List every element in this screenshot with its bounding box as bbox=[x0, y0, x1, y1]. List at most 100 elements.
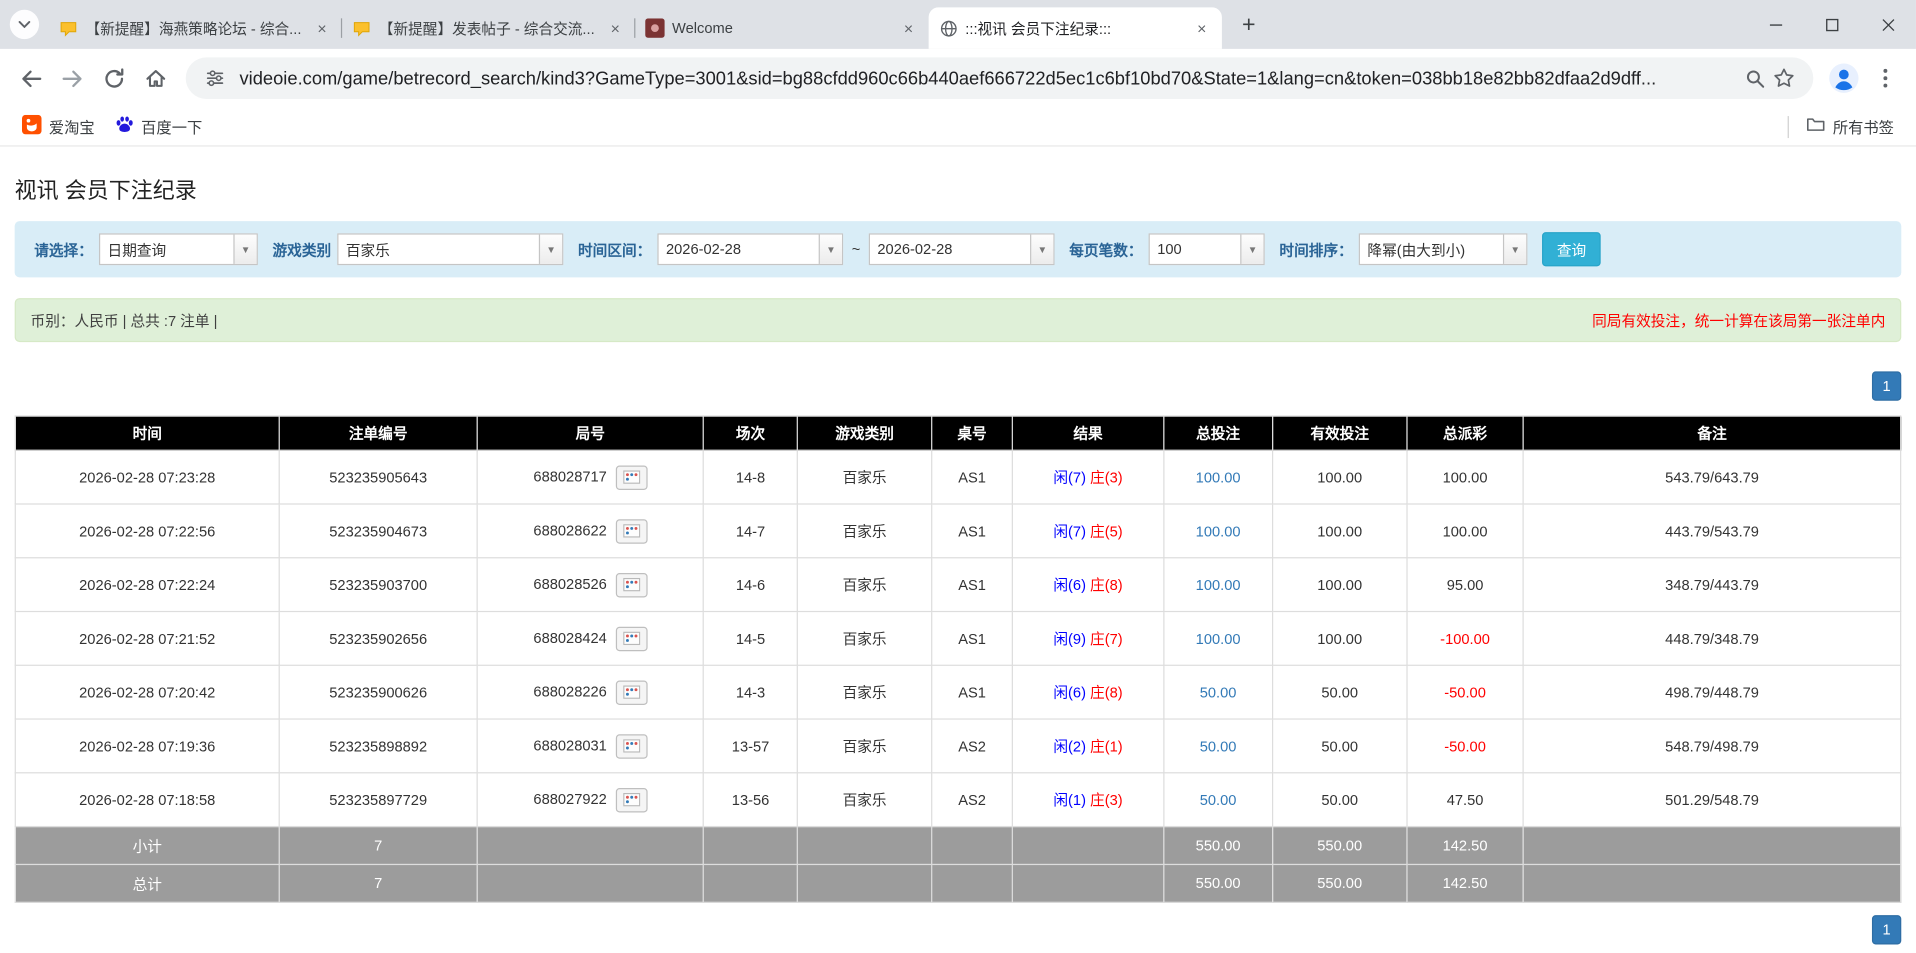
game-type-select[interactable]: 百家乐 ▼ bbox=[337, 233, 563, 265]
game-type-label: 游戏类别 bbox=[273, 239, 332, 260]
total-bet-link[interactable]: 50.00 bbox=[1200, 791, 1237, 808]
bookmark-taobao[interactable]: 爱淘宝 bbox=[12, 111, 104, 142]
page-number-button[interactable]: 1 bbox=[1872, 371, 1901, 400]
tab-close-icon[interactable]: × bbox=[1191, 18, 1212, 39]
date-from-select[interactable]: 2026-02-28 ▼ bbox=[657, 233, 843, 265]
url-bar[interactable]: videoie.com/game/betrecord_search/kind3?… bbox=[186, 57, 1814, 99]
cell-empty bbox=[477, 864, 703, 902]
roadmap-button[interactable] bbox=[615, 734, 647, 758]
result-banker: 庄(1) bbox=[1090, 738, 1123, 755]
search-button[interactable]: 查询 bbox=[1542, 232, 1601, 266]
bookmark-star-icon[interactable] bbox=[1769, 67, 1798, 89]
cell-game: 百家乐 bbox=[798, 719, 932, 773]
cell-payout: 100.00 bbox=[1407, 504, 1524, 558]
summary-currency-count: 币别：人民币 | 总共 :7 注单 | bbox=[31, 310, 218, 331]
back-button[interactable] bbox=[10, 57, 52, 99]
total-bet-link[interactable]: 100.00 bbox=[1196, 522, 1241, 539]
page-size-select[interactable]: 100 ▼ bbox=[1149, 233, 1265, 265]
roadmap-button[interactable] bbox=[615, 626, 647, 650]
filter-bar: 请选择： 日期查询 ▼ 游戏类别 百家乐 ▼ 时间区间： 2026-02-28 … bbox=[15, 221, 1902, 277]
tab-close-icon[interactable]: × bbox=[898, 18, 919, 39]
profile-avatar[interactable] bbox=[1823, 57, 1865, 99]
roadmap-button[interactable] bbox=[615, 465, 647, 489]
bookmark-label: 爱淘宝 bbox=[49, 115, 95, 138]
cell-valid-bet: 50.00 bbox=[1273, 773, 1407, 827]
tab-forum-thread-2[interactable]: 【新提醒】发表帖子 - 综合交流... × bbox=[342, 7, 635, 49]
chevron-down-icon[interactable]: ▼ bbox=[539, 235, 562, 264]
cell-count: 7 bbox=[279, 827, 477, 865]
tab-title: 【新提醒】海燕策略论坛 - 综合... bbox=[86, 18, 305, 39]
bet-row: 2026-02-28 07:20:42523235900626688028226… bbox=[15, 665, 1900, 719]
cell-round: 688027922 bbox=[477, 773, 703, 827]
total-bet-link[interactable]: 50.00 bbox=[1200, 737, 1237, 754]
minimize-button[interactable] bbox=[1747, 0, 1803, 49]
round-number: 688028526 bbox=[533, 575, 606, 592]
chevron-down-icon[interactable]: ▼ bbox=[1240, 235, 1263, 264]
chevron-down-icon[interactable]: ▼ bbox=[819, 235, 842, 264]
new-tab-button[interactable]: + bbox=[1232, 9, 1266, 43]
result-player: 闲(7) bbox=[1053, 469, 1086, 486]
cell-round: 688028226 bbox=[477, 665, 703, 719]
home-button[interactable] bbox=[134, 57, 176, 99]
chevron-down-icon bbox=[18, 21, 30, 28]
col-table: 桌号 bbox=[932, 416, 1013, 450]
tab-close-icon[interactable]: × bbox=[312, 18, 333, 39]
roadmap-button[interactable] bbox=[615, 572, 647, 596]
cell-session: 13-56 bbox=[703, 773, 797, 827]
bet-row: 2026-02-28 07:21:52523235902656688028424… bbox=[15, 612, 1900, 666]
chevron-down-icon[interactable]: ▼ bbox=[1030, 235, 1053, 264]
forward-button[interactable] bbox=[51, 57, 93, 99]
time-range-label: 时间区间： bbox=[578, 239, 651, 260]
cell-time: 2026-02-28 07:21:52 bbox=[15, 612, 279, 666]
cell-total-bet: 50.00 bbox=[1163, 719, 1272, 773]
bookmark-baidu[interactable]: 百度一下 bbox=[104, 111, 212, 142]
page-title: 视讯 会员下注纪录 bbox=[15, 147, 1902, 206]
url-text[interactable]: videoie.com/game/betrecord_search/kind3?… bbox=[239, 68, 1727, 89]
tab-bet-record-active[interactable]: :::视讯 会员下注纪录::: × bbox=[929, 7, 1222, 49]
cell-empty bbox=[798, 864, 932, 902]
total-bet-link[interactable]: 100.00 bbox=[1196, 576, 1241, 593]
roadmap-button[interactable] bbox=[615, 519, 647, 543]
roadmap-button[interactable] bbox=[615, 680, 647, 704]
chevron-down-icon[interactable]: ▼ bbox=[1503, 235, 1526, 264]
tab-welcome[interactable]: Welcome × bbox=[635, 7, 928, 49]
cell-bet-id: 523235897729 bbox=[279, 773, 477, 827]
chevron-down-icon[interactable]: ▼ bbox=[233, 235, 256, 264]
tab-search-button[interactable] bbox=[10, 10, 39, 39]
bet-row: 2026-02-28 07:22:24523235903700688028526… bbox=[15, 558, 1900, 612]
cell-note: 501.29/548.79 bbox=[1523, 773, 1900, 827]
cell-time: 2026-02-28 07:22:24 bbox=[15, 558, 279, 612]
menu-kebab-icon[interactable] bbox=[1865, 57, 1907, 99]
roadmap-button[interactable] bbox=[615, 787, 647, 811]
cell-label: 小计 bbox=[15, 827, 279, 865]
bet-record-table: 时间注单编号局号场次游戏类别桌号结果总投注有效投注总派彩备注 2026-02-2… bbox=[15, 415, 1902, 902]
total-bet-link[interactable]: 100.00 bbox=[1196, 630, 1241, 647]
cell-note: 548.79/498.79 bbox=[1523, 719, 1900, 773]
tab-close-icon[interactable]: × bbox=[605, 18, 626, 39]
pagination-top: 1 bbox=[15, 371, 1902, 400]
result-player: 闲(2) bbox=[1053, 738, 1086, 755]
page-number-button[interactable]: 1 bbox=[1872, 915, 1901, 944]
cell-table-no: AS1 bbox=[932, 612, 1013, 666]
cell-bet-id: 523235902656 bbox=[279, 612, 477, 666]
date-to-select[interactable]: 2026-02-28 ▼ bbox=[869, 233, 1055, 265]
cell-round: 688028526 bbox=[477, 558, 703, 612]
maximize-button[interactable] bbox=[1804, 0, 1860, 49]
sort-select[interactable]: 降幂(由大到小) ▼ bbox=[1359, 233, 1528, 265]
reload-button[interactable] bbox=[93, 57, 135, 99]
cell-note: 443.79/543.79 bbox=[1523, 504, 1900, 558]
all-bookmarks-button[interactable]: 所有书签 bbox=[1796, 111, 1904, 142]
zoom-icon[interactable] bbox=[1740, 68, 1769, 89]
cell-note: 348.79/443.79 bbox=[1523, 558, 1900, 612]
tab-title: Welcome bbox=[672, 20, 891, 37]
total-bet-link[interactable]: 50.00 bbox=[1200, 684, 1237, 701]
result-player: 闲(1) bbox=[1053, 792, 1086, 809]
close-window-button[interactable] bbox=[1860, 0, 1916, 49]
col-session: 场次 bbox=[703, 416, 797, 450]
site-info-icon[interactable] bbox=[200, 68, 229, 88]
game-type-value: 百家乐 bbox=[339, 235, 539, 264]
total-bet-link[interactable]: 100.00 bbox=[1196, 469, 1241, 486]
query-type-select[interactable]: 日期查询 ▼ bbox=[99, 233, 258, 265]
tab-forum-thread-1[interactable]: 【新提醒】海燕策略论坛 - 综合... × bbox=[49, 7, 342, 49]
col-round: 局号 bbox=[477, 416, 703, 450]
